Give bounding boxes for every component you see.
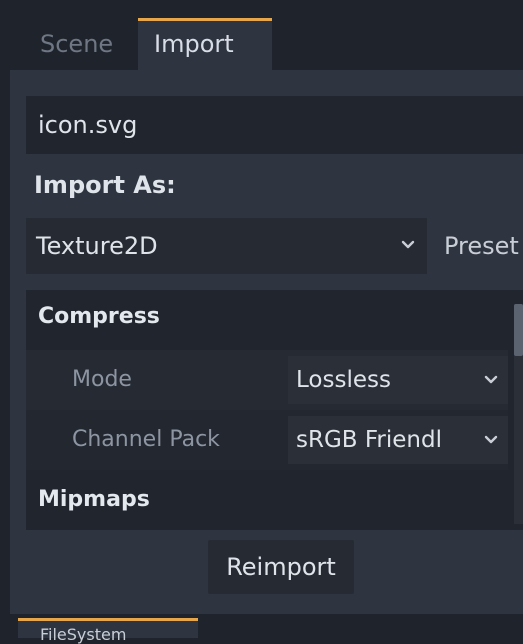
import-type-dropdown[interactable]: Texture2D — [26, 218, 427, 274]
tab-scene[interactable]: Scene — [24, 18, 138, 70]
import-panel: icon.svg Import As: Texture2D Preset Com… — [10, 70, 523, 618]
tab-filesystem[interactable]: FileSystem — [18, 618, 198, 644]
property-label-mode: Mode — [72, 367, 132, 392]
mode-value: Lossless — [296, 367, 391, 393]
import-options-inspector: Compress Mode Lossless Channel Pack sRGB… — [26, 290, 523, 530]
inspector-scrollbar[interactable] — [514, 304, 523, 524]
property-row-mode: Mode Lossless — [26, 350, 508, 410]
tab-import[interactable]: Import — [138, 18, 272, 70]
scrollbar-thumb[interactable] — [514, 304, 523, 356]
reimport-button[interactable]: Reimport — [208, 540, 354, 594]
chevron-down-icon — [484, 435, 498, 444]
tab-filesystem-label: FileSystem — [40, 625, 127, 644]
channel-pack-value: sRGB Friendl — [296, 427, 442, 453]
preset-button[interactable]: Preset — [444, 218, 519, 274]
property-row-channel-pack: Channel Pack sRGB Friendl — [26, 410, 508, 470]
import-type-value: Texture2D — [36, 232, 158, 260]
import-as-label: Import As: — [34, 171, 176, 199]
dock-tab-bar: Scene Import — [10, 10, 523, 70]
section-mipmaps[interactable]: Mipmaps — [38, 487, 150, 512]
mode-dropdown[interactable]: Lossless — [288, 356, 508, 404]
property-label-channel-pack: Channel Pack — [72, 427, 220, 452]
chevron-down-icon — [484, 375, 498, 384]
channel-pack-dropdown[interactable]: sRGB Friendl — [288, 416, 508, 464]
import-dock: Scene Import icon.svg Import As: Texture… — [10, 10, 523, 619]
section-compress[interactable]: Compress — [38, 304, 160, 329]
imported-file-name: icon.svg — [26, 96, 523, 154]
chevron-down-icon — [401, 240, 415, 249]
